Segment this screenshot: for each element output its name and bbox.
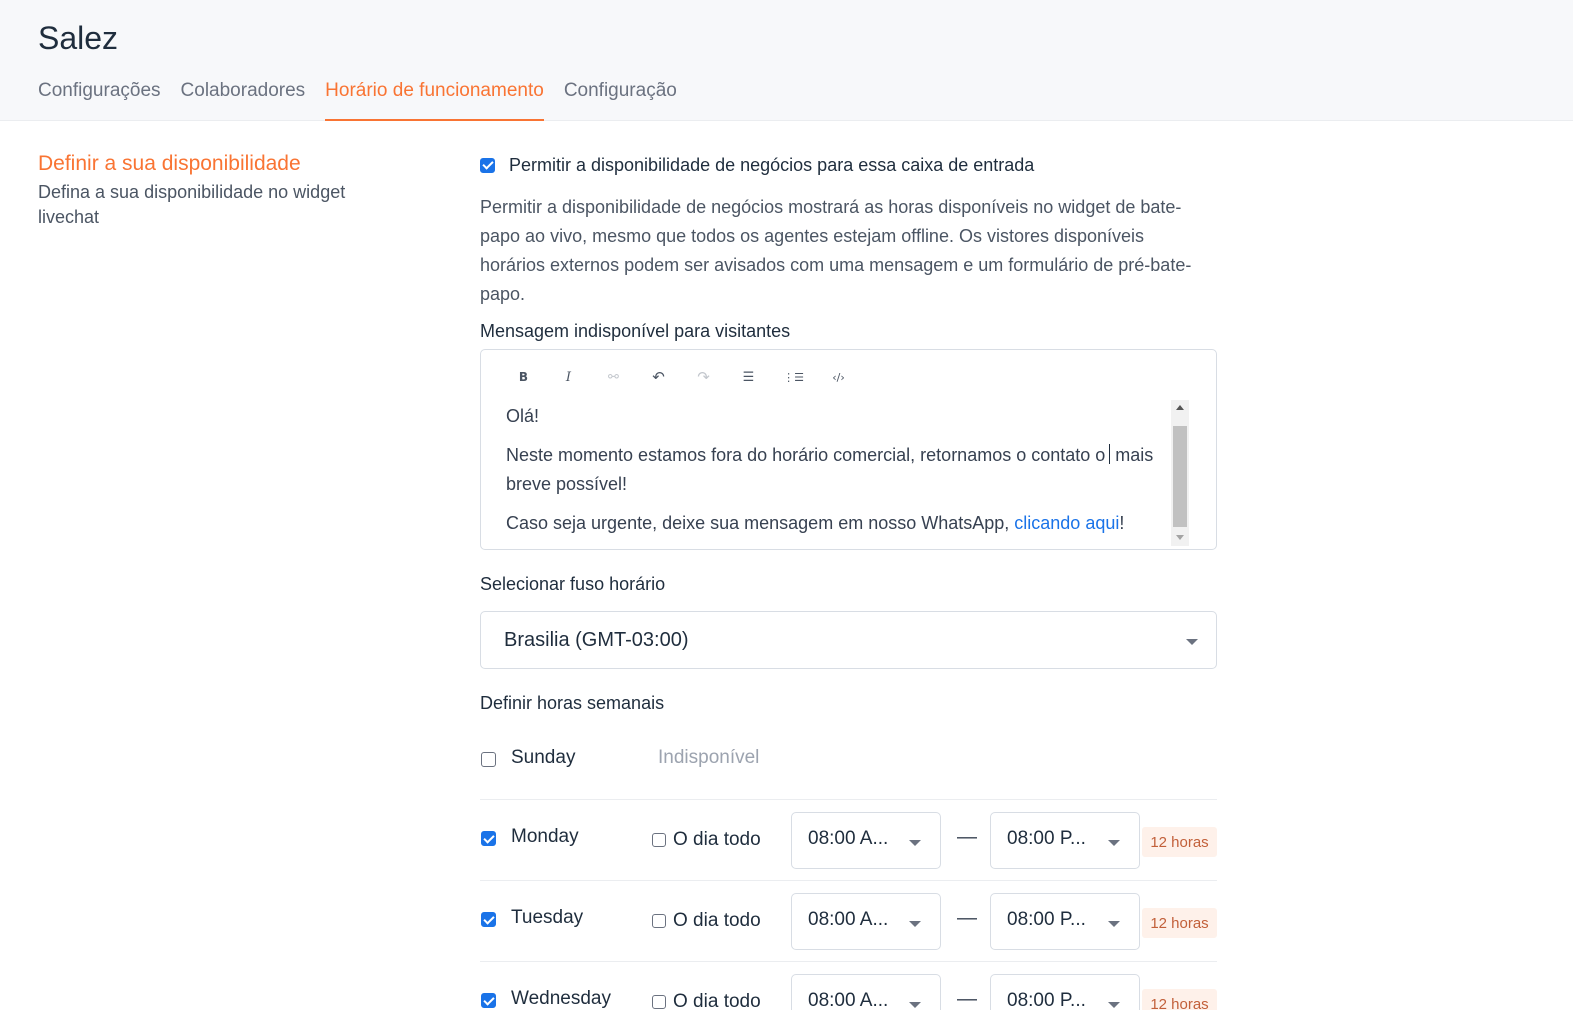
allday-option: O dia todo — [652, 910, 761, 932]
chevron-down-icon — [1108, 840, 1120, 846]
availability-form: Permitir a disponibilidade de negócios p… — [480, 152, 1217, 1010]
unavailable-text: Indisponível — [658, 747, 760, 768]
message-urgent-prefix: Caso seja urgente, deixe sua mensagem em… — [506, 513, 1015, 533]
day-name: Sunday — [511, 747, 576, 768]
allday-label: O dia todo — [673, 910, 761, 931]
code-icon[interactable]: ‹/› — [816, 366, 861, 388]
message-urgent-suffix: ! — [1119, 513, 1125, 533]
from-time-select[interactable]: 08:00 A... — [791, 974, 941, 1010]
page-header: Salez Configurações Colaboradores Horári… — [0, 0, 1573, 121]
scroll-down-arrow-icon[interactable] — [1176, 535, 1184, 540]
editor-content[interactable]: Olá! Neste momento estamos fora do horár… — [506, 402, 1161, 548]
to-time-value: 08:00 P... — [1007, 828, 1086, 849]
availability-description: Permitir a disponibilidade de negócios m… — [480, 197, 1192, 304]
day-checkbox-tuesday[interactable] — [481, 912, 496, 927]
day-name: Wednesday — [511, 988, 611, 1009]
from-time-value: 08:00 A... — [808, 990, 889, 1010]
allday-label: O dia todo — [673, 991, 761, 1010]
bold-icon[interactable]: B — [501, 366, 546, 388]
chevron-down-icon — [909, 1002, 921, 1008]
to-time-select[interactable]: 08:00 P... — [990, 974, 1140, 1010]
chevron-down-icon — [1108, 1002, 1120, 1008]
tab-colaboradores[interactable]: Colaboradores — [181, 80, 306, 121]
section-subtitle: Defina a sua disponibilidade no widget l… — [38, 182, 346, 227]
section-intro: Definir a sua disponibilidade Defina a s… — [38, 152, 398, 230]
day-row-wednesday: Wednesday O dia todo 08:00 A... — 08:00 … — [480, 962, 1217, 1010]
from-time-select[interactable]: 08:00 A... — [791, 893, 941, 950]
link-icon[interactable]: ⚯ — [591, 366, 636, 388]
tab-bar: Configurações Colaboradores Horário de f… — [38, 80, 697, 121]
redo-icon[interactable]: ↷ — [681, 366, 726, 388]
time-separator: — — [957, 988, 977, 1010]
chevron-down-icon — [909, 840, 921, 846]
tab-configuracoes[interactable]: Configurações — [38, 80, 161, 121]
day-name: Monday — [511, 826, 579, 847]
enable-availability-label: Permitir a disponibilidade de negócios p… — [509, 154, 1035, 175]
scroll-up-arrow-icon[interactable] — [1176, 405, 1184, 410]
chevron-down-icon — [909, 921, 921, 927]
to-time-value: 08:00 P... — [1007, 909, 1086, 930]
message-urgent: Caso seja urgente, deixe sua mensagem em… — [506, 509, 1161, 538]
section-title: Definir a sua disponibilidade — [38, 152, 301, 175]
undo-icon[interactable]: ↶ — [636, 366, 681, 388]
unavailable-message-editor[interactable]: B I ⚯ ↶ ↷ ☰ ⋮☰ ‹/› Olá! Neste momento es… — [480, 349, 1217, 550]
text-cursor — [1109, 444, 1111, 464]
bullet-list-icon[interactable]: ☰ — [726, 366, 771, 388]
day-checkbox-monday[interactable] — [481, 831, 496, 846]
timezone-value: Brasilia (GMT-03:00) — [504, 629, 689, 651]
numbered-list-icon[interactable]: ⋮☰ — [771, 366, 816, 388]
timezone-select[interactable]: Brasilia (GMT-03:00) — [480, 611, 1217, 669]
chevron-down-icon — [1186, 639, 1198, 645]
allday-label: O dia todo — [673, 829, 761, 850]
to-time-value: 08:00 P... — [1007, 990, 1086, 1010]
day-row-tuesday: Tuesday O dia todo 08:00 A... — 08:00 P.… — [480, 881, 1217, 962]
weekly-hours-label: Definir horas semanais — [480, 693, 665, 713]
timezone-label: Selecionar fuso horário — [480, 574, 666, 594]
message-body: Neste momento estamos fora do horário co… — [506, 441, 1161, 499]
whatsapp-link[interactable]: clicando aqui — [1014, 513, 1119, 533]
hours-badge: 12 horas — [1142, 827, 1217, 857]
enable-availability-checkbox[interactable] — [480, 157, 495, 173]
enable-availability-row: Permitir a disponibilidade de negócios p… — [480, 152, 1217, 178]
day-row-monday: Monday O dia todo 08:00 A... — 08:00 P..… — [480, 800, 1217, 881]
editor-scrollbar[interactable] — [1171, 400, 1189, 546]
day-checkbox-wednesday[interactable] — [481, 993, 496, 1008]
from-time-select[interactable]: 08:00 A... — [791, 812, 941, 869]
allday-checkbox-monday[interactable] — [652, 833, 666, 847]
editor-toolbar: B I ⚯ ↶ ↷ ☰ ⋮☰ ‹/› — [501, 366, 861, 388]
page-title: Salez — [38, 20, 119, 56]
from-time-value: 08:00 A... — [808, 828, 889, 849]
time-separator: — — [957, 907, 977, 929]
hours-badge: 12 horas — [1142, 908, 1217, 938]
time-separator: — — [957, 826, 977, 848]
allday-option: O dia todo — [652, 829, 761, 851]
hours-badge: 12 horas — [1142, 989, 1217, 1010]
message-greeting: Olá! — [506, 406, 540, 426]
allday-checkbox-wednesday[interactable] — [652, 995, 666, 1009]
tab-configuracao[interactable]: Configuração — [564, 80, 677, 121]
from-time-value: 08:00 A... — [808, 909, 889, 930]
allday-option: O dia todo — [652, 991, 761, 1010]
scrollbar-thumb[interactable] — [1173, 426, 1187, 527]
chevron-down-icon — [1108, 921, 1120, 927]
message-body-text: Neste momento estamos fora do horário co… — [506, 444, 1154, 494]
day-row-sunday: Sunday Indisponível — [480, 719, 1217, 800]
message-label: Mensagem indisponível para visitantes — [480, 321, 791, 341]
to-time-select[interactable]: 08:00 P... — [990, 812, 1140, 869]
italic-icon[interactable]: I — [546, 366, 591, 388]
tab-horario-de-funcionamento[interactable]: Horário de funcionamento — [325, 80, 544, 121]
allday-checkbox-tuesday[interactable] — [652, 914, 666, 928]
day-name: Tuesday — [511, 907, 584, 928]
day-checkbox-sunday[interactable] — [481, 752, 496, 767]
to-time-select[interactable]: 08:00 P... — [990, 893, 1140, 950]
